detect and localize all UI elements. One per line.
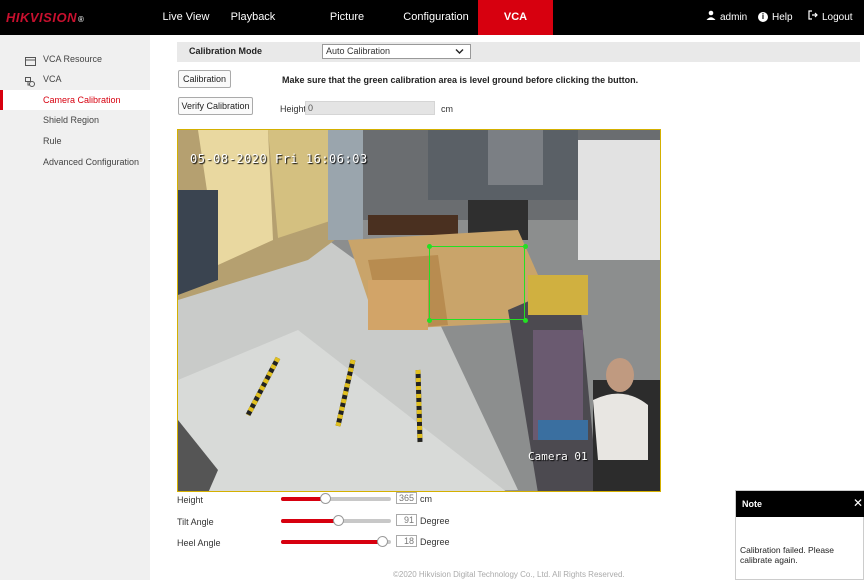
tab-live-view[interactable]: Live View [160, 0, 212, 35]
height-slider-unit: cm [420, 494, 432, 504]
sidebar-item-rule[interactable]: Rule [0, 131, 150, 151]
user-menu[interactable]: admin [706, 0, 747, 35]
sidebar-item-vca-resource[interactable]: VCA Resource [0, 49, 150, 69]
close-icon[interactable]: ✕ [853, 496, 863, 510]
sidebar: VCA Resource VCA Camera Calibration Shie… [0, 35, 150, 580]
help-label: Help [772, 12, 793, 23]
monitor-icon [25, 54, 36, 66]
sidebar-item-shield-region[interactable]: Shield Region [0, 110, 150, 130]
top-navigation-bar: HIKVISION® Live View Playback Picture Co… [0, 0, 864, 35]
tilt-angle-label: Tilt Angle [177, 517, 214, 527]
sidebar-item-label: Shield Region [43, 115, 100, 125]
calibration-area-box[interactable] [429, 246, 525, 320]
sidebar-item-label: Advanced Configuration [43, 157, 140, 167]
user-icon [706, 0, 716, 35]
calibration-button[interactable]: Calibration [178, 70, 231, 88]
username-label: admin [720, 12, 748, 23]
height-slider[interactable] [281, 493, 391, 504]
sidebar-item-advanced-configuration[interactable]: Advanced Configuration [0, 152, 150, 172]
camera-scene [178, 130, 660, 491]
tilt-angle-slider[interactable] [281, 515, 391, 526]
hikvision-logo: HIKVISION® [6, 10, 85, 25]
calibration-hint: Make sure that the green calibration are… [282, 75, 639, 85]
logout-link[interactable]: Logout [808, 0, 853, 35]
sidebar-item-camera-calibration[interactable]: Camera Calibration [0, 90, 150, 110]
logout-label: Logout [822, 12, 853, 23]
note-popup: Note ✕ Calibration failed. Please calibr… [735, 490, 864, 580]
height-field[interactable]: 0 [305, 101, 435, 115]
height-label: Height [280, 104, 307, 114]
height-slider-fill [281, 497, 325, 501]
heel-angle-slider-thumb[interactable] [377, 536, 389, 547]
osd-camera-name: Camera 01 [528, 450, 588, 463]
calibration-mode-value: Auto Calibration [326, 46, 391, 56]
sidebar-item-label: VCA Resource [43, 54, 103, 64]
heel-angle-slider-fill [281, 540, 383, 544]
tab-configuration[interactable]: Configuration [398, 0, 474, 35]
calibration-handle[interactable] [427, 318, 432, 323]
heel-angle-unit: Degree [420, 537, 450, 547]
tab-picture[interactable]: Picture [323, 0, 371, 35]
sidebar-item-vca[interactable]: VCA [0, 69, 150, 89]
tilt-angle-slider-fill [281, 519, 339, 523]
calibration-handle[interactable] [523, 318, 528, 323]
height-value-field[interactable]: 365 [396, 492, 417, 504]
verify-calibration-button[interactable]: Verify Calibration [178, 97, 253, 115]
note-header: Note ✕ [736, 491, 864, 517]
note-message: Calibration failed. Please calibrate aga… [740, 545, 835, 565]
osd-timestamp: 05-08-2020 Fri 16:06:03 [190, 152, 368, 166]
chevron-down-icon [455, 45, 464, 62]
tab-playback[interactable]: Playback [225, 0, 281, 35]
note-title: Note [742, 499, 762, 509]
calibration-mode-select[interactable]: Auto Calibration [322, 44, 471, 59]
help-icon: i [758, 12, 768, 23]
heel-angle-label: Heel Angle [177, 538, 221, 548]
height-slider-label: Height [177, 495, 204, 505]
sidebar-item-label: Rule [43, 136, 62, 146]
tab-vca[interactable]: VCA [478, 0, 553, 35]
calibration-handle[interactable] [523, 244, 528, 249]
copyright-footer: ©2020 Hikvision Digital Technology Co., … [393, 570, 625, 579]
calibration-mode-label: Calibration Mode [189, 46, 263, 56]
heel-angle-value-field[interactable]: 18 [396, 535, 417, 547]
calibration-mode-row: Calibration Mode Auto Calibration [177, 42, 860, 62]
help-link[interactable]: i Help [758, 0, 793, 35]
sidebar-item-label: VCA [43, 74, 62, 84]
tilt-angle-unit: Degree [420, 516, 450, 526]
camera-live-view[interactable]: 05-08-2020 Fri 16:06:03 Camera 01 [177, 129, 661, 492]
tilt-angle-slider-thumb[interactable] [333, 515, 345, 526]
logout-icon [808, 0, 818, 35]
height-unit: cm [441, 104, 453, 114]
heel-angle-slider[interactable] [281, 536, 391, 547]
tilt-angle-value-field[interactable]: 91 [396, 514, 417, 526]
calibration-handle[interactable] [427, 244, 432, 249]
sidebar-item-label: Camera Calibration [43, 95, 121, 105]
vca-icon [25, 74, 36, 87]
height-slider-thumb[interactable] [320, 493, 331, 504]
